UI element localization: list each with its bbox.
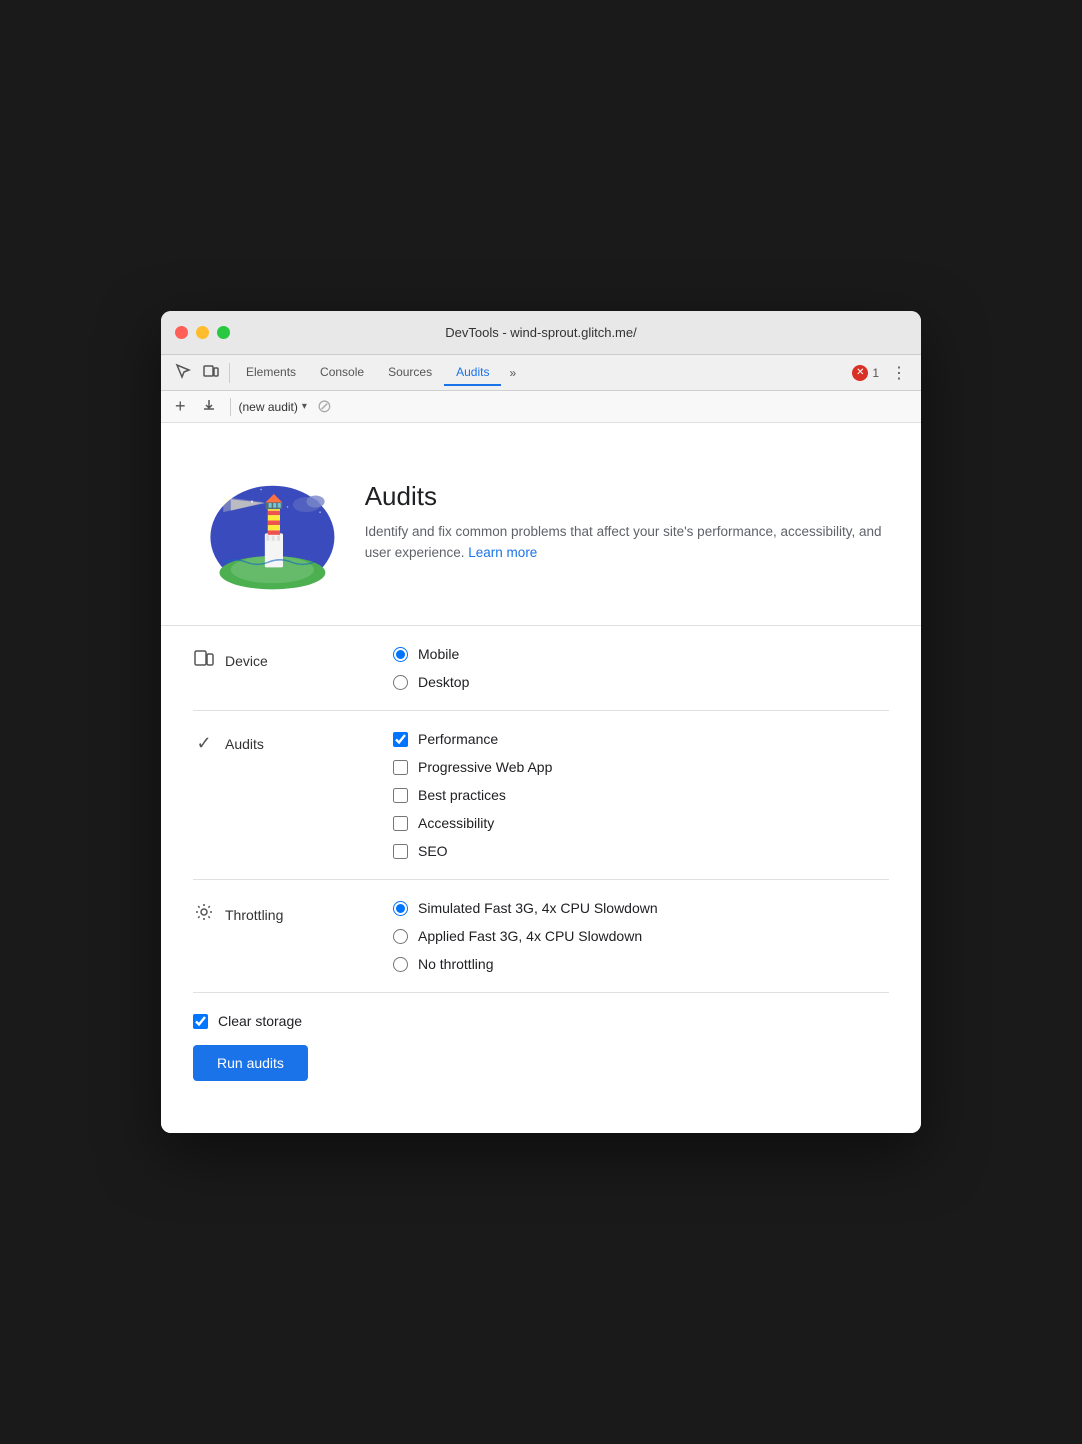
audit-best-practices-option[interactable]: Best practices (393, 787, 889, 803)
inspect-icon[interactable] (169, 359, 197, 386)
audit-best-practices-checkbox[interactable] (393, 788, 408, 803)
audit-pwa-option[interactable]: Progressive Web App (393, 759, 889, 775)
error-badge-icon: ✕ (852, 365, 868, 381)
device-mobile-option[interactable]: Mobile (393, 646, 889, 662)
minimize-button[interactable] (196, 326, 209, 339)
lighthouse-illustration (193, 447, 337, 597)
audits-setting-row: ✓ Audits Performance Progressive Web App… (193, 711, 889, 880)
clear-storage-checkbox[interactable] (193, 1014, 208, 1029)
more-options-icon[interactable]: ⋮ (885, 359, 913, 387)
device-desktop-radio[interactable] (393, 675, 408, 690)
gear-icon (193, 902, 215, 927)
devtools-window: DevTools - wind-sprout.glitch.me/ Elemen… (161, 311, 921, 1133)
chevron-down-icon: ▾ (302, 401, 307, 412)
audit-accessibility-checkbox[interactable] (393, 816, 408, 831)
device-label: Device (193, 646, 393, 673)
tab-elements[interactable]: Elements (234, 360, 308, 386)
close-button[interactable] (175, 326, 188, 339)
throttle-simulated-option[interactable]: Simulated Fast 3G, 4x CPU Slowdown (393, 900, 889, 916)
bottom-section: Clear storage Run audits (193, 993, 889, 1101)
add-audit-button[interactable]: + (169, 394, 192, 419)
tab-sources[interactable]: Sources (376, 360, 444, 386)
tab-divider (229, 363, 230, 383)
window-controls (175, 326, 230, 339)
tab-audits[interactable]: Audits (444, 360, 501, 386)
devtools-tabs-bar: Elements Console Sources Audits » ✕ 1 ⋮ (161, 355, 921, 391)
device-mobile-radio[interactable] (393, 647, 408, 662)
audit-seo-option[interactable]: SEO (393, 843, 889, 859)
subtoolbar: + (new audit) ▾ ⊘ (161, 391, 921, 423)
throttle-none-radio[interactable] (393, 957, 408, 972)
audit-select-label: (new audit) (239, 400, 298, 414)
device-toggle-icon[interactable] (197, 359, 225, 386)
device-options: Mobile Desktop (393, 646, 889, 690)
audits-description: Identify and fix common problems that af… (365, 522, 889, 563)
clear-storage-option[interactable]: Clear storage (193, 1013, 889, 1029)
throttle-applied-radio[interactable] (393, 929, 408, 944)
throttle-none-option[interactable]: No throttling (393, 956, 889, 972)
audits-label: ✓ Audits (193, 731, 393, 754)
maximize-button[interactable] (217, 326, 230, 339)
run-audits-button[interactable]: Run audits (193, 1045, 308, 1081)
error-count: 1 (872, 366, 879, 380)
tab-error-section: ✕ 1 (852, 365, 879, 381)
download-button[interactable] (196, 396, 222, 417)
learn-more-link[interactable]: Learn more (468, 545, 537, 560)
audit-accessibility-option[interactable]: Accessibility (393, 815, 889, 831)
throttling-options: Simulated Fast 3G, 4x CPU Slowdown Appli… (393, 900, 889, 972)
main-content: Audits Identify and fix common problems … (161, 423, 921, 1133)
hero-text-section: Audits Identify and fix common problems … (365, 481, 889, 563)
audit-pwa-checkbox[interactable] (393, 760, 408, 775)
throttle-applied-option[interactable]: Applied Fast 3G, 4x CPU Slowdown (393, 928, 889, 944)
audits-heading: Audits (365, 481, 889, 512)
tab-more[interactable]: » (501, 362, 524, 384)
checkmark-icon: ✓ (193, 733, 215, 754)
sub-divider (230, 398, 231, 416)
audit-seo-checkbox[interactable] (393, 844, 408, 859)
device-setting-row: Device Mobile Desktop (193, 626, 889, 711)
titlebar: DevTools - wind-sprout.glitch.me/ (161, 311, 921, 355)
audit-performance-checkbox[interactable] (393, 732, 408, 747)
throttling-setting-row: Throttling Simulated Fast 3G, 4x CPU Slo… (193, 880, 889, 993)
audit-selector[interactable]: (new audit) ▾ (239, 400, 307, 414)
throttle-simulated-radio[interactable] (393, 901, 408, 916)
audits-options: Performance Progressive Web App Best pra… (393, 731, 889, 859)
tab-console[interactable]: Console (308, 360, 376, 386)
device-icon (193, 648, 215, 673)
device-desktop-option[interactable]: Desktop (393, 674, 889, 690)
audit-performance-option[interactable]: Performance (393, 731, 889, 747)
clear-audit-button[interactable]: ⊘ (311, 394, 338, 419)
window-title: DevTools - wind-sprout.glitch.me/ (445, 325, 636, 340)
hero-section: Audits Identify and fix common problems … (193, 447, 889, 597)
throttling-label: Throttling (193, 900, 393, 927)
